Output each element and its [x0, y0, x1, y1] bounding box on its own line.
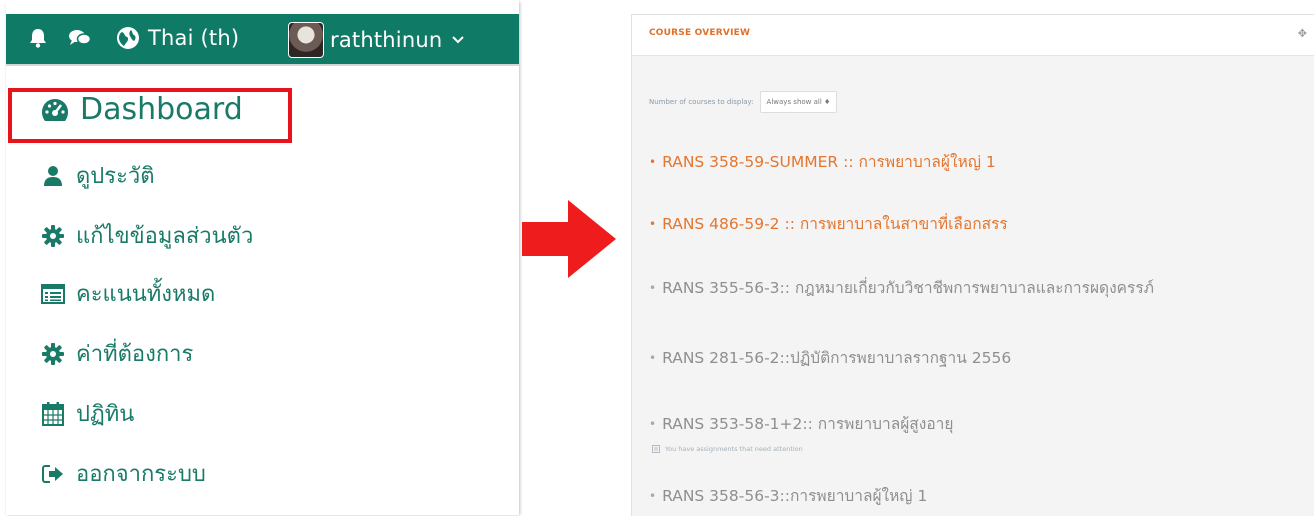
- course-link[interactable]: • RANS 358-59-SUMMER :: การพยาบาลผู้ใหญ่…: [649, 149, 996, 174]
- user-icon: [40, 163, 66, 189]
- course-overview-block: COURSE OVERVIEW ✥ Number of courses to d…: [631, 14, 1314, 516]
- course-link[interactable]: • RANS 358-56-3::การพยาบาลผู้ใหญ่ 1: [649, 483, 927, 508]
- bullet-icon: •: [649, 350, 657, 365]
- course-link[interactable]: • RANS 355-56-3:: กฎหมายเกี่ยวกับวิชาชีพ…: [649, 275, 1154, 300]
- course-count-select[interactable]: Always show all ♦: [759, 91, 838, 113]
- menu-item-label: แก้ไขข้อมูลส่วนตัว: [76, 224, 254, 249]
- bullet-icon: •: [649, 154, 657, 169]
- user-dropdown-menu: Dashboard ดูประวัติ แก้ไขข้อมูลส่วนตัว ค…: [6, 64, 519, 515]
- language-menu[interactable]: Thai (th): [116, 26, 239, 50]
- menu-item-grades[interactable]: คะแนนทั้งหมด: [40, 276, 215, 311]
- bullet-icon: •: [649, 488, 657, 503]
- user-menu-panel: Thai (th) raththinun Dashboard ดูประวัติ…: [6, 0, 519, 515]
- right-arrow-icon: [520, 198, 620, 280]
- course-count-row: Number of courses to display: Always sho…: [649, 91, 838, 113]
- bullet-icon: •: [649, 216, 657, 231]
- course-title: RANS 281-56-2::ปฏิบัติการพยาบาลรากฐาน 25…: [662, 349, 1012, 367]
- block-title: COURSE OVERVIEW: [649, 28, 751, 38]
- user-menu-toggle[interactable]: raththinun: [288, 22, 465, 58]
- menu-item-label: ค่าที่ต้องการ: [76, 342, 194, 367]
- menu-item-label: Dashboard: [80, 92, 243, 127]
- course-link[interactable]: • RANS 486-59-2 :: การพยาบาลในสาขาที่เลื…: [649, 211, 1008, 236]
- course-link[interactable]: • RANS 281-56-2::ปฏิบัติการพยาบาลรากฐาน …: [649, 345, 1011, 370]
- username-label: raththinun: [330, 28, 443, 52]
- block-header: COURSE OVERVIEW ✥: [632, 15, 1314, 56]
- course-count-label: Number of courses to display:: [649, 98, 754, 106]
- grades-table-icon: [40, 281, 66, 307]
- block-actions-icon[interactable]: ✥: [1298, 27, 1307, 40]
- course-title: RANS 355-56-3:: กฎหมายเกี่ยวกับวิชาชีพกา…: [662, 279, 1154, 297]
- dashboard-icon: [40, 95, 70, 125]
- menu-item-label: ดูประวัติ: [76, 164, 155, 189]
- bullet-icon: •: [649, 280, 657, 295]
- messages-icon[interactable]: [68, 28, 92, 48]
- menu-item-edit-profile[interactable]: แก้ไขข้อมูลส่วนตัว: [40, 218, 253, 253]
- menu-item-dashboard[interactable]: Dashboard: [40, 92, 243, 127]
- chevron-down-icon: [452, 36, 465, 44]
- bell-icon[interactable]: [28, 27, 48, 49]
- language-label: Thai (th): [148, 26, 240, 50]
- bullet-icon: •: [649, 416, 657, 431]
- gear-icon: [40, 223, 66, 249]
- menu-item-profile[interactable]: ดูประวัติ: [40, 158, 155, 193]
- assignment-notice[interactable]: You have assignments that need attention: [652, 445, 803, 453]
- menu-item-calendar[interactable]: ปฏิทิน: [40, 396, 134, 431]
- gear-icon: [40, 341, 66, 367]
- course-title: RANS 358-59-SUMMER :: การพยาบาลผู้ใหญ่ 1: [662, 153, 996, 171]
- menu-item-label: ออกจากระบบ: [76, 462, 206, 487]
- course-link[interactable]: • RANS 353-58-1+2:: การพยาบาลผู้สูงอายุ: [649, 411, 953, 436]
- menu-item-preferences[interactable]: ค่าที่ต้องการ: [40, 336, 193, 371]
- menu-item-label: ปฏิทิน: [76, 402, 135, 427]
- calendar-icon: [40, 401, 66, 427]
- notice-text: You have assignments that need attention: [665, 445, 803, 453]
- course-title: RANS 486-59-2 :: การพยาบาลในสาขาที่เลือก…: [662, 215, 1008, 233]
- top-navbar: Thai (th) raththinun: [6, 14, 519, 64]
- menu-item-logout[interactable]: ออกจากระบบ: [40, 456, 206, 491]
- course-title: RANS 358-56-3::การพยาบาลผู้ใหญ่ 1: [662, 487, 928, 505]
- avatar: [288, 22, 324, 58]
- menu-item-label: คะแนนทั้งหมด: [76, 282, 216, 307]
- logout-icon: [40, 461, 66, 487]
- assignment-icon: [652, 445, 660, 453]
- course-title: RANS 353-58-1+2:: การพยาบาลผู้สูงอายุ: [662, 415, 954, 433]
- globe-icon: [116, 26, 140, 50]
